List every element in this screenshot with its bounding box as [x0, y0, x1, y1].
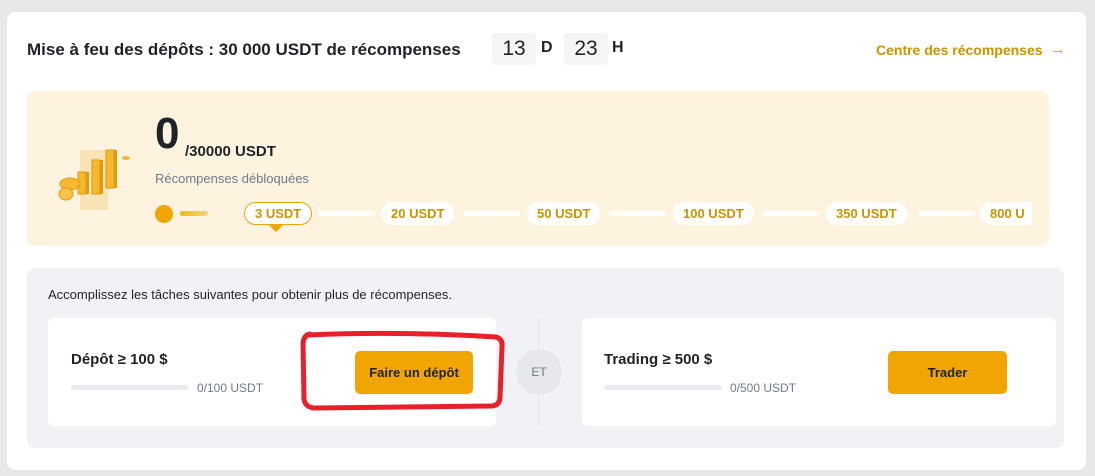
task-trading-label: Trading ≥ 500 $: [604, 351, 713, 368]
milestone-800-usdt: 800 U: [980, 202, 1032, 225]
progress-track-segment: [918, 211, 974, 216]
unlocked-amount: 0: [155, 109, 180, 158]
countdown-hours-unit: H: [612, 39, 624, 56]
task-deposit-progress: 0/100 USDT: [197, 381, 264, 395]
progress-track-filled: [180, 211, 208, 216]
tasks-intro: Accomplissez les tâches suivantes pour o…: [48, 287, 452, 302]
milestone-350-usdt: 350 USDT: [826, 202, 907, 225]
milestone-50-usdt: 50 USDT: [527, 202, 601, 225]
task-trading-progress: 0/500 USDT: [730, 381, 797, 395]
milestone-100-usdt: 100 USDT: [673, 202, 754, 225]
milestone-3-usdt: 3 USDT: [244, 202, 313, 225]
rewards-center-link[interactable]: Centre des récompenses →: [876, 41, 1066, 58]
campaign-title: Mise à feu des dépôts : 30 000 USDT de r…: [27, 40, 461, 59]
milestone-20-usdt: 20 USDT: [381, 202, 455, 225]
unlocked-label: Récompenses débloquées: [155, 171, 309, 186]
current-milestone-pointer: [268, 224, 284, 232]
task-trading-progress-bar: [604, 385, 722, 390]
rewards-center-label: Centre des récompenses: [876, 41, 1043, 58]
countdown-hours: 23: [564, 33, 608, 65]
and-connector: ET: [516, 349, 562, 395]
rewards-total: /30000 USDT: [185, 143, 276, 160]
progress-track-segment: [763, 211, 819, 216]
progress-start-dot: [155, 205, 173, 223]
task-deposit-label: Dépôt ≥ 100 $: [71, 351, 168, 368]
arrow-right-icon: →: [1050, 41, 1066, 58]
progress-track-segment: [610, 211, 666, 216]
trade-button[interactable]: Trader: [888, 351, 1007, 394]
highlight-annotation: [300, 330, 505, 411]
task-deposit-progress-bar: [71, 385, 189, 390]
countdown-days: 13: [492, 33, 536, 65]
countdown-days-unit: D: [541, 39, 553, 56]
gold-bars-icon: [58, 149, 130, 210]
progress-track-segment: [464, 211, 520, 216]
progress-track-segment: [318, 211, 374, 216]
